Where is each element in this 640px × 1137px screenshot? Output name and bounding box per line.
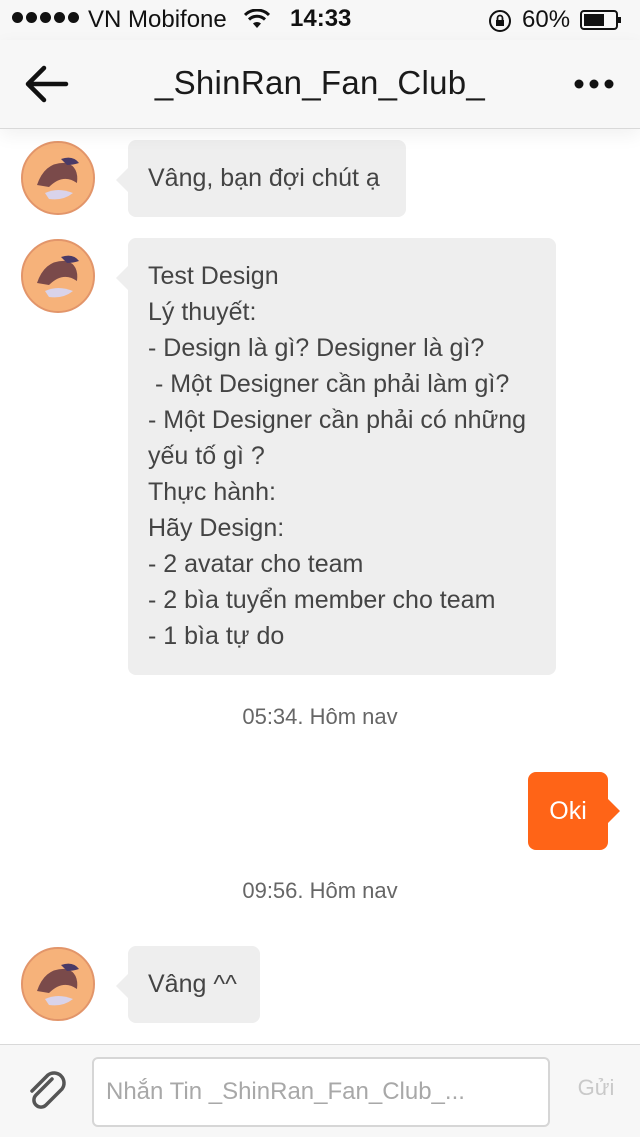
chat-title: _ShinRan_Fan_Club_ — [154, 64, 486, 101]
message-line: - 2 avatar cho team — [148, 550, 364, 578]
paperclip-icon — [30, 1071, 66, 1109]
more-dots-icon — [574, 79, 614, 89]
message-line: - Một Designer cần phải làm gì? — [148, 370, 510, 398]
attach-button[interactable] — [22, 1067, 72, 1117]
message-line: Lý thuyết: — [148, 298, 257, 326]
signal-dots-icon — [12, 12, 79, 23]
arrow-left-icon — [25, 65, 69, 103]
message-line: - 1 bìa tự do — [148, 622, 285, 650]
more-options-button[interactable] — [570, 66, 618, 102]
rotation-lock-icon — [489, 10, 511, 32]
message-line: Thực hành: — [148, 478, 276, 506]
message-text: Vâng ^^ — [148, 970, 237, 998]
battery-percent: 60% — [522, 6, 571, 33]
carrier-name: VN Mobifone — [88, 6, 227, 33]
message-line: yếu tố gì ? — [148, 442, 265, 470]
message-list[interactable]: Vâng, bạn đợi chút ạ Test Design Lý thuy… — [0, 129, 640, 1044]
message-line: - 2 bìa tuyển member cho team — [148, 586, 496, 614]
message-line: - Một Designer cần phải có những — [148, 406, 527, 434]
message-line: Test Design — [148, 262, 279, 290]
message-text: Oki — [549, 796, 587, 825]
avatar-illustration-icon — [23, 143, 93, 213]
message-timestamp: 09:56. Hôm nav — [242, 878, 398, 903]
message-line: Hãy Design: — [148, 514, 285, 542]
message-input[interactable] — [92, 1057, 550, 1127]
battery-icon — [580, 10, 621, 30]
avatar-illustration-icon — [23, 241, 93, 311]
send-button[interactable]: Gửi — [568, 1075, 624, 1101]
incoming-message[interactable]: Vâng, bạn đợi chút ạ — [116, 140, 406, 217]
message-timestamp: 05:34. Hôm nav — [242, 704, 398, 729]
wifi-icon — [244, 9, 270, 28]
incoming-message[interactable]: Test Design Lý thuyết: - Design là gì? D… — [116, 238, 556, 675]
avatar[interactable] — [21, 239, 95, 313]
avatar[interactable] — [21, 947, 95, 1021]
message-line: - Design là gì? Designer là gì? — [148, 334, 485, 362]
status-bar: VN Mobifone 14:33 60% — [0, 0, 640, 40]
incoming-message[interactable]: Vâng ^^ — [116, 946, 260, 1023]
avatar-illustration-icon — [23, 949, 93, 1019]
status-time: 14:33 — [290, 5, 352, 32]
back-button[interactable] — [20, 60, 72, 108]
chat-header: _ShinRan_Fan_Club_ — [0, 40, 640, 129]
message-composer: Gửi — [0, 1044, 640, 1137]
outgoing-message[interactable]: Oki — [528, 772, 620, 850]
avatar[interactable] — [21, 141, 95, 215]
message-text: Vâng, bạn đợi chút ạ — [148, 164, 380, 192]
